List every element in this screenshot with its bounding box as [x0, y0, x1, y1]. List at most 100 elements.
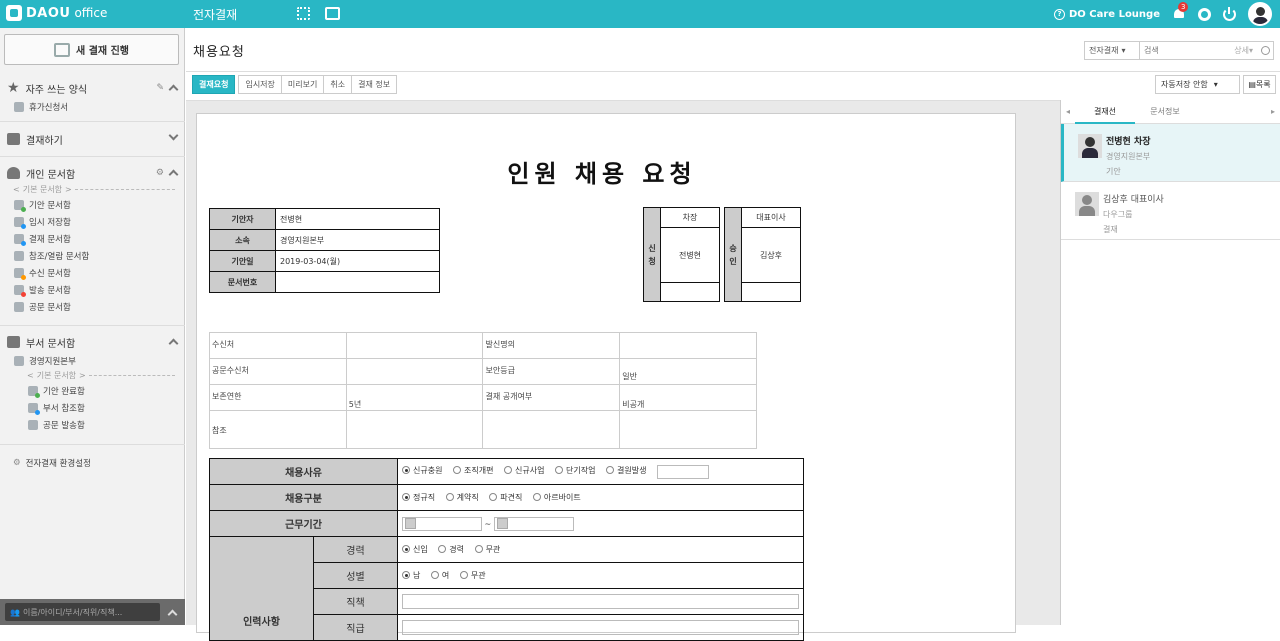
approver-name: 김상후 대표이사 [1103, 195, 1164, 205]
search-scope-select[interactable]: 전자결재 ▾ [1085, 42, 1140, 59]
approve-role: 대표이사 [741, 207, 801, 228]
sidebar-item-approval-box[interactable]: 결재 문서함 [0, 230, 185, 247]
reason-radio-reorg[interactable]: 조직개편 [453, 465, 493, 476]
collapse-chevron-icon[interactable] [168, 84, 179, 95]
collapse-chevron-icon[interactable] [168, 169, 179, 180]
favorite-forms-header[interactable]: ★ 자주 쓰는 양식 ✎ [0, 78, 185, 98]
fullscreen-icon[interactable] [325, 7, 340, 20]
security-value[interactable]: 일반 [619, 358, 757, 385]
autosave-select[interactable]: 자동저장 안함 ▾ [1155, 75, 1240, 94]
search-icon[interactable] [1257, 42, 1273, 59]
type-radio-dispatch[interactable]: 파견직 [489, 492, 522, 503]
period-start-date-input[interactable] [402, 516, 482, 531]
tab-approval-line[interactable]: 결재선 [1075, 100, 1135, 124]
approval-info-button[interactable]: 결재 정보 [351, 75, 398, 94]
settings-gear-icon[interactable] [1198, 7, 1211, 21]
apply-name[interactable]: 전병현 [660, 227, 720, 283]
career-radio-new[interactable]: 신입 [402, 544, 428, 555]
sender-value[interactable] [619, 332, 757, 359]
approve-title: 결재하기 [26, 135, 63, 147]
sidebar-item-draft-complete[interactable]: 기안 완료함 [0, 382, 185, 399]
logout-power-icon[interactable] [1223, 6, 1236, 21]
reason-radio-new[interactable]: 신규충원 [402, 465, 442, 476]
apply-side-char: 신 [648, 243, 656, 253]
divider [0, 444, 185, 445]
list-button[interactable]: ▤ 목록 [1243, 75, 1276, 94]
sidebar-item-temp-box[interactable]: 임시 저장함 [0, 213, 185, 230]
reason-radio-shortterm[interactable]: 단기작업 [555, 465, 595, 476]
sidebar-item-label: 수신 문서함 [29, 268, 71, 279]
sidebar-item-dept-name[interactable]: 경영지원본부 [0, 352, 185, 369]
request-approval-button[interactable]: 결재요청 [192, 75, 236, 94]
type-radio-parttime[interactable]: 아르바이트 [532, 492, 581, 503]
reason-label: 채용사유 [209, 458, 398, 485]
reason-radio-vacancy[interactable]: 결원발생 [606, 465, 646, 476]
collapse-chevron-icon[interactable] [168, 338, 179, 349]
radio-label: 신규사업 [515, 465, 545, 475]
type-radio-contract[interactable]: 계약직 [445, 492, 479, 503]
department-value: 경영지원본부 [275, 229, 440, 251]
rank-input[interactable] [402, 620, 799, 635]
next-arrow-icon[interactable]: ▸ [1266, 107, 1280, 116]
document-title: 인원 채용 요청 [507, 160, 697, 188]
sidebar-item-reference-box[interactable]: 참조/열람 문서함 [0, 247, 185, 264]
personal-docs-header[interactable]: 개인 문서함 ⚙ [0, 163, 185, 183]
prev-arrow-icon[interactable]: ◂ [1061, 107, 1075, 116]
expand-chevron-icon[interactable] [167, 609, 178, 620]
career-radio-any[interactable]: 무관 [474, 544, 500, 555]
expand-chevron-icon[interactable] [168, 130, 179, 141]
gender-radio-female[interactable]: 여 [430, 570, 449, 581]
sidebar-item-draft-box[interactable]: 기안 문서함 [0, 196, 185, 213]
sidebar-item-official-sent[interactable]: 공문 발송함 [0, 416, 185, 433]
public-recipient-value[interactable] [345, 358, 484, 385]
career-radio-experienced[interactable]: 경력 [438, 544, 464, 555]
radio-label: 결원발생 [617, 465, 647, 475]
sidebar-item-vacation-form[interactable]: 휴가신청서 [0, 98, 185, 115]
org-search-placeholder: 이름/아이디/부서/직위/직책... [22, 607, 123, 617]
retention-value[interactable]: 5년 [345, 384, 484, 411]
meta-label: 발신명의 [482, 332, 621, 359]
sidebar-item-official-box[interactable]: 공문 문서함 [0, 298, 185, 315]
org-search-input[interactable]: 👥 이름/아이디/부서/직위/직책... [5, 603, 160, 621]
org-icon [7, 336, 20, 348]
disclosure-value[interactable]: 비공개 [619, 384, 757, 411]
user-avatar[interactable] [1248, 2, 1272, 26]
preview-button[interactable]: 미리보기 [280, 75, 325, 94]
approval-settings-link[interactable]: ⚙ 전자결재 환경설정 [0, 454, 91, 471]
sidebar-item-inbox[interactable]: 수신 문서함 [0, 264, 185, 281]
type-radio-fulltime[interactable]: 정규직 [402, 492, 435, 503]
approver-item[interactable]: 전병현 차장 경영지원본부 기안 [1061, 124, 1280, 182]
dept-docs-header[interactable]: 부서 문서함 [0, 332, 185, 352]
draft-complete-icon [28, 385, 40, 398]
reference-value[interactable] [345, 410, 484, 449]
approve-name[interactable]: 김상후 [741, 227, 801, 283]
app-grid-icon[interactable] [297, 7, 310, 20]
approver-item[interactable]: 김상후 대표이사 다우그룹 결재 [1061, 182, 1280, 240]
duty-input[interactable] [402, 594, 799, 609]
personal-docs-section: 개인 문서함 ⚙ < 기본 문서함 > 기안 문서함 임시 저장함 결재 문서함 참… [0, 163, 185, 315]
cancel-button[interactable]: 취소 [323, 75, 353, 94]
recipient-value[interactable] [345, 332, 484, 359]
care-lounge-link[interactable]: ? DO Care Lounge [1054, 8, 1160, 20]
sidebar-item-dept-reference[interactable]: 부서 참조함 [0, 399, 185, 416]
notification-bell-icon[interactable]: 3 [1172, 2, 1189, 21]
gender-radio-male[interactable]: 남 [402, 570, 420, 581]
detail-search-button[interactable]: 상세 ▾ [1234, 42, 1257, 59]
temp-save-button[interactable]: 임시저장 [238, 75, 282, 94]
approve-header[interactable]: 결재하기 [0, 129, 185, 149]
gender-radio-any[interactable]: 무관 [459, 570, 486, 581]
draft-box-icon [14, 199, 26, 212]
logo[interactable]: DAOU office [6, 5, 107, 21]
gear-icon[interactable]: ⚙ [156, 168, 164, 178]
reason-other-input[interactable] [657, 464, 709, 479]
type-options: 정규직 계약직 파견직 아르바이트 [397, 484, 804, 511]
edit-pencil-icon[interactable]: ✎ [156, 83, 164, 93]
sidebar-item-sent-box[interactable]: 발송 문서함 [0, 281, 185, 298]
period-end-date-input[interactable] [493, 516, 574, 531]
apply-sign-box: 신청 차장 전병현 [643, 207, 720, 302]
search-input[interactable]: 검색 [1140, 42, 1234, 59]
reason-radio-business[interactable]: 신규사업 [504, 465, 544, 476]
app-name[interactable]: 전자결재 [193, 6, 237, 23]
new-approval-button[interactable]: 새 결재 진행 [4, 34, 179, 65]
tab-doc-info[interactable]: 문서정보 [1135, 100, 1195, 124]
